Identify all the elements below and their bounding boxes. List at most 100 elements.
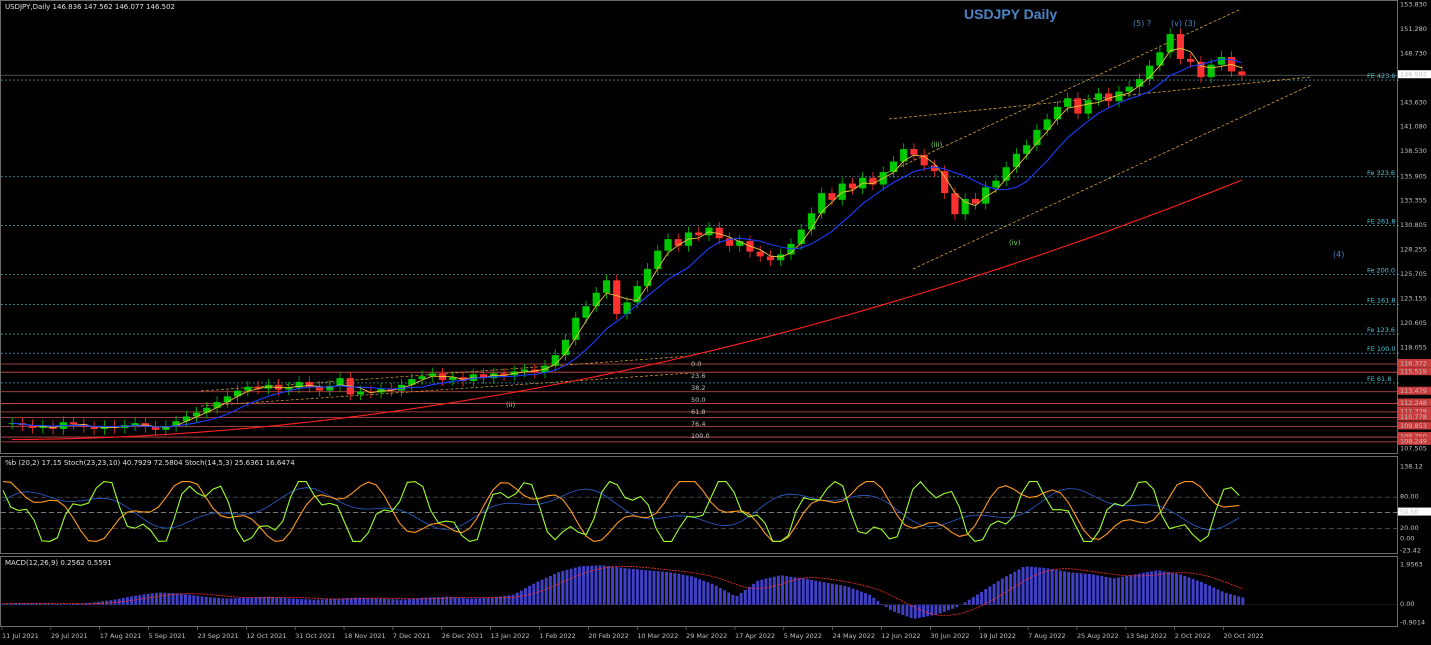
candle-body xyxy=(613,280,621,314)
fib-level-label: FE 161.8 xyxy=(1367,296,1396,304)
candle-body xyxy=(582,306,590,318)
fib-level-label: Fe 323.6 xyxy=(1367,169,1395,177)
stochastic-svg xyxy=(1,480,1399,543)
retracement-label: 61.8 xyxy=(691,408,705,416)
time-axis-label: 20 Feb 2022 xyxy=(588,632,628,640)
time-axis-label: 12 Jun 2022 xyxy=(882,632,921,640)
candle-body xyxy=(285,387,293,390)
candle-body xyxy=(695,232,703,236)
macd-axis-tick: -0.9014 xyxy=(1400,619,1425,627)
candle-body xyxy=(848,183,857,189)
candle-body xyxy=(807,213,816,230)
candle-body xyxy=(992,180,1000,188)
retracement-label: 38.2 xyxy=(691,384,705,392)
fib-level-label: Fe 123.6 xyxy=(1367,326,1395,334)
candle-body xyxy=(1064,98,1072,107)
fib-level-label: FE 100.0 xyxy=(1367,345,1396,353)
candle-body xyxy=(889,161,898,173)
price-axis-tick: 115.519 xyxy=(1400,368,1427,376)
stochastic-pane[interactable]: %b (20,2) 17.15 Stoch(23,23,10) 40.7929 … xyxy=(0,456,1399,554)
price-axis-tick: 112.248 xyxy=(1400,399,1427,407)
price-axis-tick: 138.530 xyxy=(1400,147,1427,155)
candle-body xyxy=(623,302,631,314)
candle-body xyxy=(592,292,600,307)
candle-body xyxy=(520,369,529,372)
retracement-label: 50.0 xyxy=(691,396,705,404)
time-axis-label: 25 Aug 2022 xyxy=(1077,632,1119,640)
price-axis-tick: 143.630 xyxy=(1400,98,1427,106)
price-chart-pane[interactable]: USDJPY,Daily 146.836 147.562 146.077 146… xyxy=(0,0,1399,454)
price-axis-tick: 113.479 xyxy=(1400,387,1427,395)
candle-body xyxy=(766,256,775,261)
time-axis-label: 23 Sep 2021 xyxy=(197,632,238,640)
candle-body xyxy=(654,250,662,269)
time-axis-label: 18 Nov 2021 xyxy=(344,632,386,640)
time-axis-label: 19 Jul 2022 xyxy=(979,632,1016,640)
candle-body xyxy=(213,402,221,408)
time-axis-label: 31 Oct 2021 xyxy=(295,632,335,640)
price-axis-tick: 110.778 xyxy=(1400,413,1427,421)
retracement-label: 76.4 xyxy=(691,420,705,428)
time-axis-label: 1 Feb 2022 xyxy=(539,632,575,640)
price-chart-svg: FE 423.6 Fe 323.6 FE 261.8 Fe 200.0 FE 161.8… xyxy=(1,8,1399,443)
candle-body xyxy=(756,251,764,257)
candle-body xyxy=(1012,153,1021,168)
time-axis-label: 11 Jul 2021 xyxy=(2,632,39,640)
candle-body xyxy=(941,171,949,194)
price-axis-tick: 107.505 xyxy=(1400,445,1427,453)
retracement-label: 23.6 xyxy=(691,372,705,380)
time-axis-label: 13 Sep 2022 xyxy=(1126,632,1167,640)
retracement-label: 0.0 xyxy=(691,360,701,368)
price-axis-tick: 135.905 xyxy=(1400,172,1427,180)
price-axis-tick: 153.830 xyxy=(1400,1,1427,9)
time-axis-label: 2 Oct 2022 xyxy=(1175,632,1211,640)
price-axis-tick: 109.853 xyxy=(1400,422,1427,430)
trend-channel-line xyxy=(912,84,1312,270)
candle-body xyxy=(131,423,139,426)
time-axis[interactable]: 11 Jul 2021 29 Jul 2021 17 Aug 2021 5 Sep 2… xyxy=(0,627,1398,645)
candle-body xyxy=(602,280,611,293)
candle-body xyxy=(930,165,939,172)
candle-body xyxy=(818,193,826,214)
candle-body xyxy=(1084,100,1092,114)
time-axis-label: 7 Dec 2021 xyxy=(393,632,430,640)
candle-body xyxy=(664,239,672,251)
price-axis-tick: 116.372 xyxy=(1400,360,1427,368)
candle-body xyxy=(1094,93,1102,101)
price-axis-tick: 128.255 xyxy=(1400,246,1427,254)
stoch-axis-tick: 138.12 xyxy=(1400,463,1423,471)
time-axis-label: 5 Sep 2021 xyxy=(149,632,186,640)
candle-body xyxy=(910,149,918,155)
fib-level-label: FE 423.6 xyxy=(1367,72,1396,80)
time-axis-label: 10 Mar 2022 xyxy=(637,632,678,640)
candle-body xyxy=(356,391,365,395)
time-axis-label: 17 Aug 2021 xyxy=(100,632,142,640)
fib-level-label: Fe 200.0 xyxy=(1367,267,1395,275)
stoch-axis-tick: 80.00 xyxy=(1400,493,1419,501)
candle-body xyxy=(1156,52,1164,66)
price-axis-tick: 125.705 xyxy=(1400,270,1427,278)
stoch-axis-tick: 50.50 xyxy=(1400,508,1419,516)
stoch-axis-tick: 20.00 xyxy=(1400,524,1419,532)
stoch-slow-line xyxy=(2,487,1240,531)
candle-body xyxy=(1176,34,1184,59)
candle-body xyxy=(1187,58,1195,62)
candle-body xyxy=(572,317,580,340)
price-axis-tick: 120.605 xyxy=(1400,319,1427,327)
price-axis-tick: 141.080 xyxy=(1400,123,1427,131)
time-axis-label: 17 Apr 2022 xyxy=(735,632,775,640)
time-axis-label: 29 Jul 2021 xyxy=(51,632,88,640)
candle-body xyxy=(1217,57,1225,65)
fib-level-label: FE 61.8 xyxy=(1367,375,1391,383)
price-axis-tick: 123.155 xyxy=(1400,295,1427,303)
candle-body xyxy=(244,386,252,391)
macd-pane[interactable]: MACD(12,26,9) 0.2562 0.5591 xyxy=(0,556,1399,627)
candle-body xyxy=(1166,34,1174,53)
candle-body xyxy=(828,193,836,200)
time-axis-label: 26 Dec 2021 xyxy=(442,632,484,640)
time-axis-label: 29 Mar 2022 xyxy=(686,632,727,640)
price-axis[interactable]: 153.830 151.280 148.730 146.502 143.630 141.0… xyxy=(1398,0,1431,627)
macd-svg xyxy=(1,565,1399,619)
stoch-axis-tick: -23.42 xyxy=(1400,547,1421,555)
fib-level-label: FE 261.8 xyxy=(1367,218,1396,226)
